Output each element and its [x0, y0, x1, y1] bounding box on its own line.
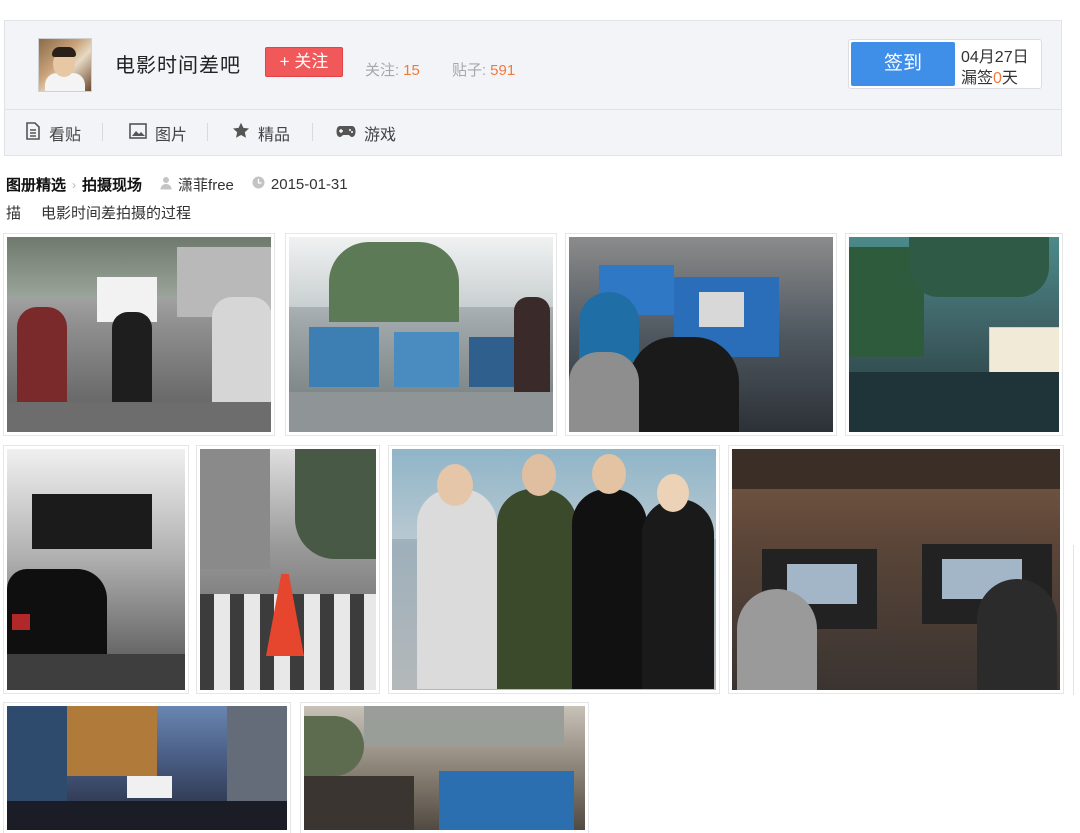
user-icon — [160, 176, 172, 194]
scrollbar-track[interactable] — [1073, 545, 1080, 695]
photo-filming-sign[interactable] — [846, 234, 1062, 435]
clock-icon — [252, 176, 265, 193]
photo-person-black — [572, 489, 647, 689]
description-text: 电影时间差拍摄的过程 — [41, 205, 192, 222]
photo-person-camo — [497, 489, 577, 689]
photo-person-dark — [977, 579, 1057, 690]
posts-stat: 贴子: 591 — [452, 59, 515, 80]
photo-stage-light — [127, 776, 172, 798]
photo-crowd — [7, 801, 287, 830]
tab-divider — [207, 123, 208, 141]
photo-lit-building — [67, 706, 157, 776]
image-icon — [129, 122, 147, 144]
photo-person-sweater — [417, 489, 497, 689]
photo-night-stage[interactable] — [4, 703, 290, 833]
photo-tree — [304, 716, 364, 776]
signin-button[interactable]: 签到 — [851, 42, 955, 86]
signin-missed: 漏签0天 — [961, 64, 1018, 88]
photo-building — [200, 449, 270, 569]
tab-images[interactable]: 图片 — [129, 121, 187, 145]
photo-monitor-station[interactable] — [301, 703, 588, 833]
tab-divider — [102, 123, 103, 141]
forum-header: 电影时间差吧 + 关注 关注: 15 贴子: 591 签到 04月27日 漏签0天 … — [4, 20, 1062, 156]
posts-stat-count: 591 — [490, 62, 516, 79]
signin-missed-suffix: 天 — [1001, 70, 1018, 87]
tab-games-label: 游戏 — [364, 127, 397, 144]
photo-taillight — [12, 614, 30, 630]
breadcrumb-current[interactable]: 拍摄现场 — [82, 174, 142, 195]
photo-wet-road — [849, 372, 1059, 432]
photo-street-crew[interactable] — [4, 234, 274, 435]
photo-face — [592, 454, 626, 494]
description-label: 描 — [6, 205, 22, 222]
photo-face — [522, 454, 556, 496]
breadcrumb-arrow-icon: › — [72, 177, 77, 192]
gamepad-icon — [336, 124, 356, 143]
photo-person-jacket — [629, 337, 739, 432]
tab-posts-label: 看贴 — [49, 127, 82, 144]
forum-title[interactable]: 电影时间差吧 — [115, 49, 241, 78]
album-author[interactable]: 潇菲free — [178, 174, 234, 195]
album-meta: 图册精选 › 拍摄现场 潇菲free 2015-01-31 — [6, 174, 348, 195]
signin-missed-prefix: 漏签 — [961, 70, 994, 87]
tab-images-label: 图片 — [155, 127, 188, 144]
photo-indoor-monitors[interactable] — [729, 446, 1063, 693]
tab-games[interactable]: 游戏 — [336, 121, 396, 145]
photo-cart-blue — [309, 327, 379, 387]
photo-ground — [7, 654, 185, 690]
album-description: 描 电影时间差拍摄的过程 — [6, 202, 191, 223]
tab-featured-label: 精品 — [258, 127, 291, 144]
forum-avatar[interactable] — [38, 38, 92, 92]
photo-tree — [295, 449, 376, 559]
photo-person-longhair — [642, 499, 714, 689]
photo-ground — [7, 402, 271, 432]
photo-monitor-screen — [699, 292, 744, 327]
photo-building — [364, 706, 564, 746]
follow-stat-count: 15 — [403, 62, 420, 79]
photo-person-cap — [737, 589, 817, 690]
follow-button[interactable]: + 关注 — [265, 47, 343, 77]
photo-equipment-carts[interactable] — [286, 234, 556, 435]
follow-stat: 关注: 15 — [365, 59, 420, 80]
album-date: 2015-01-31 — [270, 176, 348, 193]
posts-stat-label: 贴子: — [452, 62, 487, 79]
photo-cast-group[interactable] — [389, 446, 719, 693]
photo-monitor-cart-dark — [304, 776, 414, 830]
photo-black-car-tent[interactable] — [4, 446, 188, 693]
photo-trees — [329, 242, 459, 322]
tab-featured[interactable]: 精品 — [232, 121, 290, 145]
photo-tent — [32, 494, 152, 549]
forum-header-top: 电影时间差吧 + 关注 关注: 15 贴子: 591 签到 04月27日 漏签0天 — [5, 21, 1061, 110]
photo-ground — [289, 392, 553, 432]
signin-missed-days: 0 — [993, 70, 1002, 87]
tab-posts[interactable]: 看贴 — [25, 121, 81, 145]
photo-face — [437, 464, 473, 506]
photo-face — [657, 474, 689, 512]
photo-monitor-crowd[interactable] — [566, 234, 836, 435]
signin-panel: 签到 04月27日 漏签0天 — [848, 39, 1042, 89]
avatar-hair — [52, 47, 76, 57]
photo-trees — [909, 237, 1049, 297]
photo-cart-blue — [394, 332, 459, 387]
tab-divider — [312, 123, 313, 141]
photo-monitor-cart-blue — [439, 771, 574, 830]
document-icon — [25, 121, 41, 145]
forum-tabs: 看贴 图片 精品 游戏 — [5, 109, 1061, 155]
breadcrumb-root[interactable]: 图册精选 — [6, 174, 66, 195]
follow-stat-label: 关注: — [365, 62, 400, 79]
photo-crosswalk-cone[interactable] — [197, 446, 379, 693]
star-icon — [232, 122, 250, 144]
photo-person-hood — [569, 352, 639, 432]
photo-ceiling — [732, 449, 1060, 489]
